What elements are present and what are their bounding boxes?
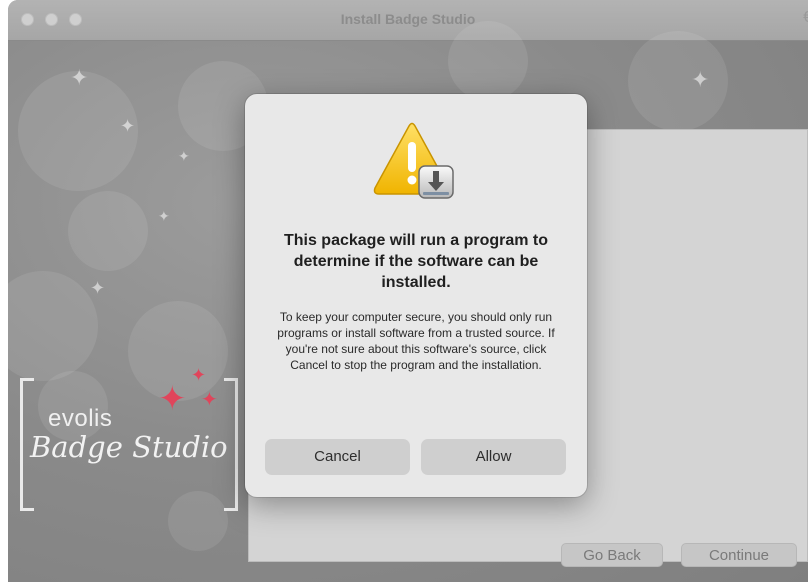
sparkle-icon: ✦ <box>158 208 170 224</box>
star-icon: ✦ <box>201 389 218 411</box>
warning-installer-icon <box>373 122 454 199</box>
lock-icon: € <box>803 9 808 26</box>
star-icon: ✦ <box>158 380 187 418</box>
cancel-button[interactable]: Cancel <box>265 439 410 475</box>
logo-product-text: Badge Studio <box>30 430 228 464</box>
go-back-button[interactable]: Go Back <box>561 543 663 567</box>
sparkle-icon: ✦ <box>70 65 89 90</box>
allow-button[interactable]: Allow <box>421 439 566 475</box>
bokeh-circle <box>168 491 228 551</box>
dialog-heading: This package will run a program to deter… <box>283 232 549 291</box>
sparkle-icon: ✦ <box>691 67 710 92</box>
logo-brand-text: evolis <box>48 405 113 432</box>
bokeh-circle <box>68 191 148 271</box>
continue-button[interactable]: Continue <box>681 543 797 567</box>
sparkle-icon: ✦ <box>90 278 106 298</box>
security-alert-dialog: This package will run a program to deter… <box>245 94 587 497</box>
bokeh-circle <box>628 31 728 131</box>
bokeh-circle <box>448 21 528 101</box>
sparkle-icon: ✦ <box>120 116 136 136</box>
window-title: Install Badge Studio <box>340 11 476 27</box>
star-icon: ✦ <box>191 365 207 385</box>
sparkle-icon: ✦ <box>178 148 190 164</box>
dialog-message: To keep your computer secure, you should… <box>277 310 555 372</box>
bokeh-circle <box>8 271 98 381</box>
